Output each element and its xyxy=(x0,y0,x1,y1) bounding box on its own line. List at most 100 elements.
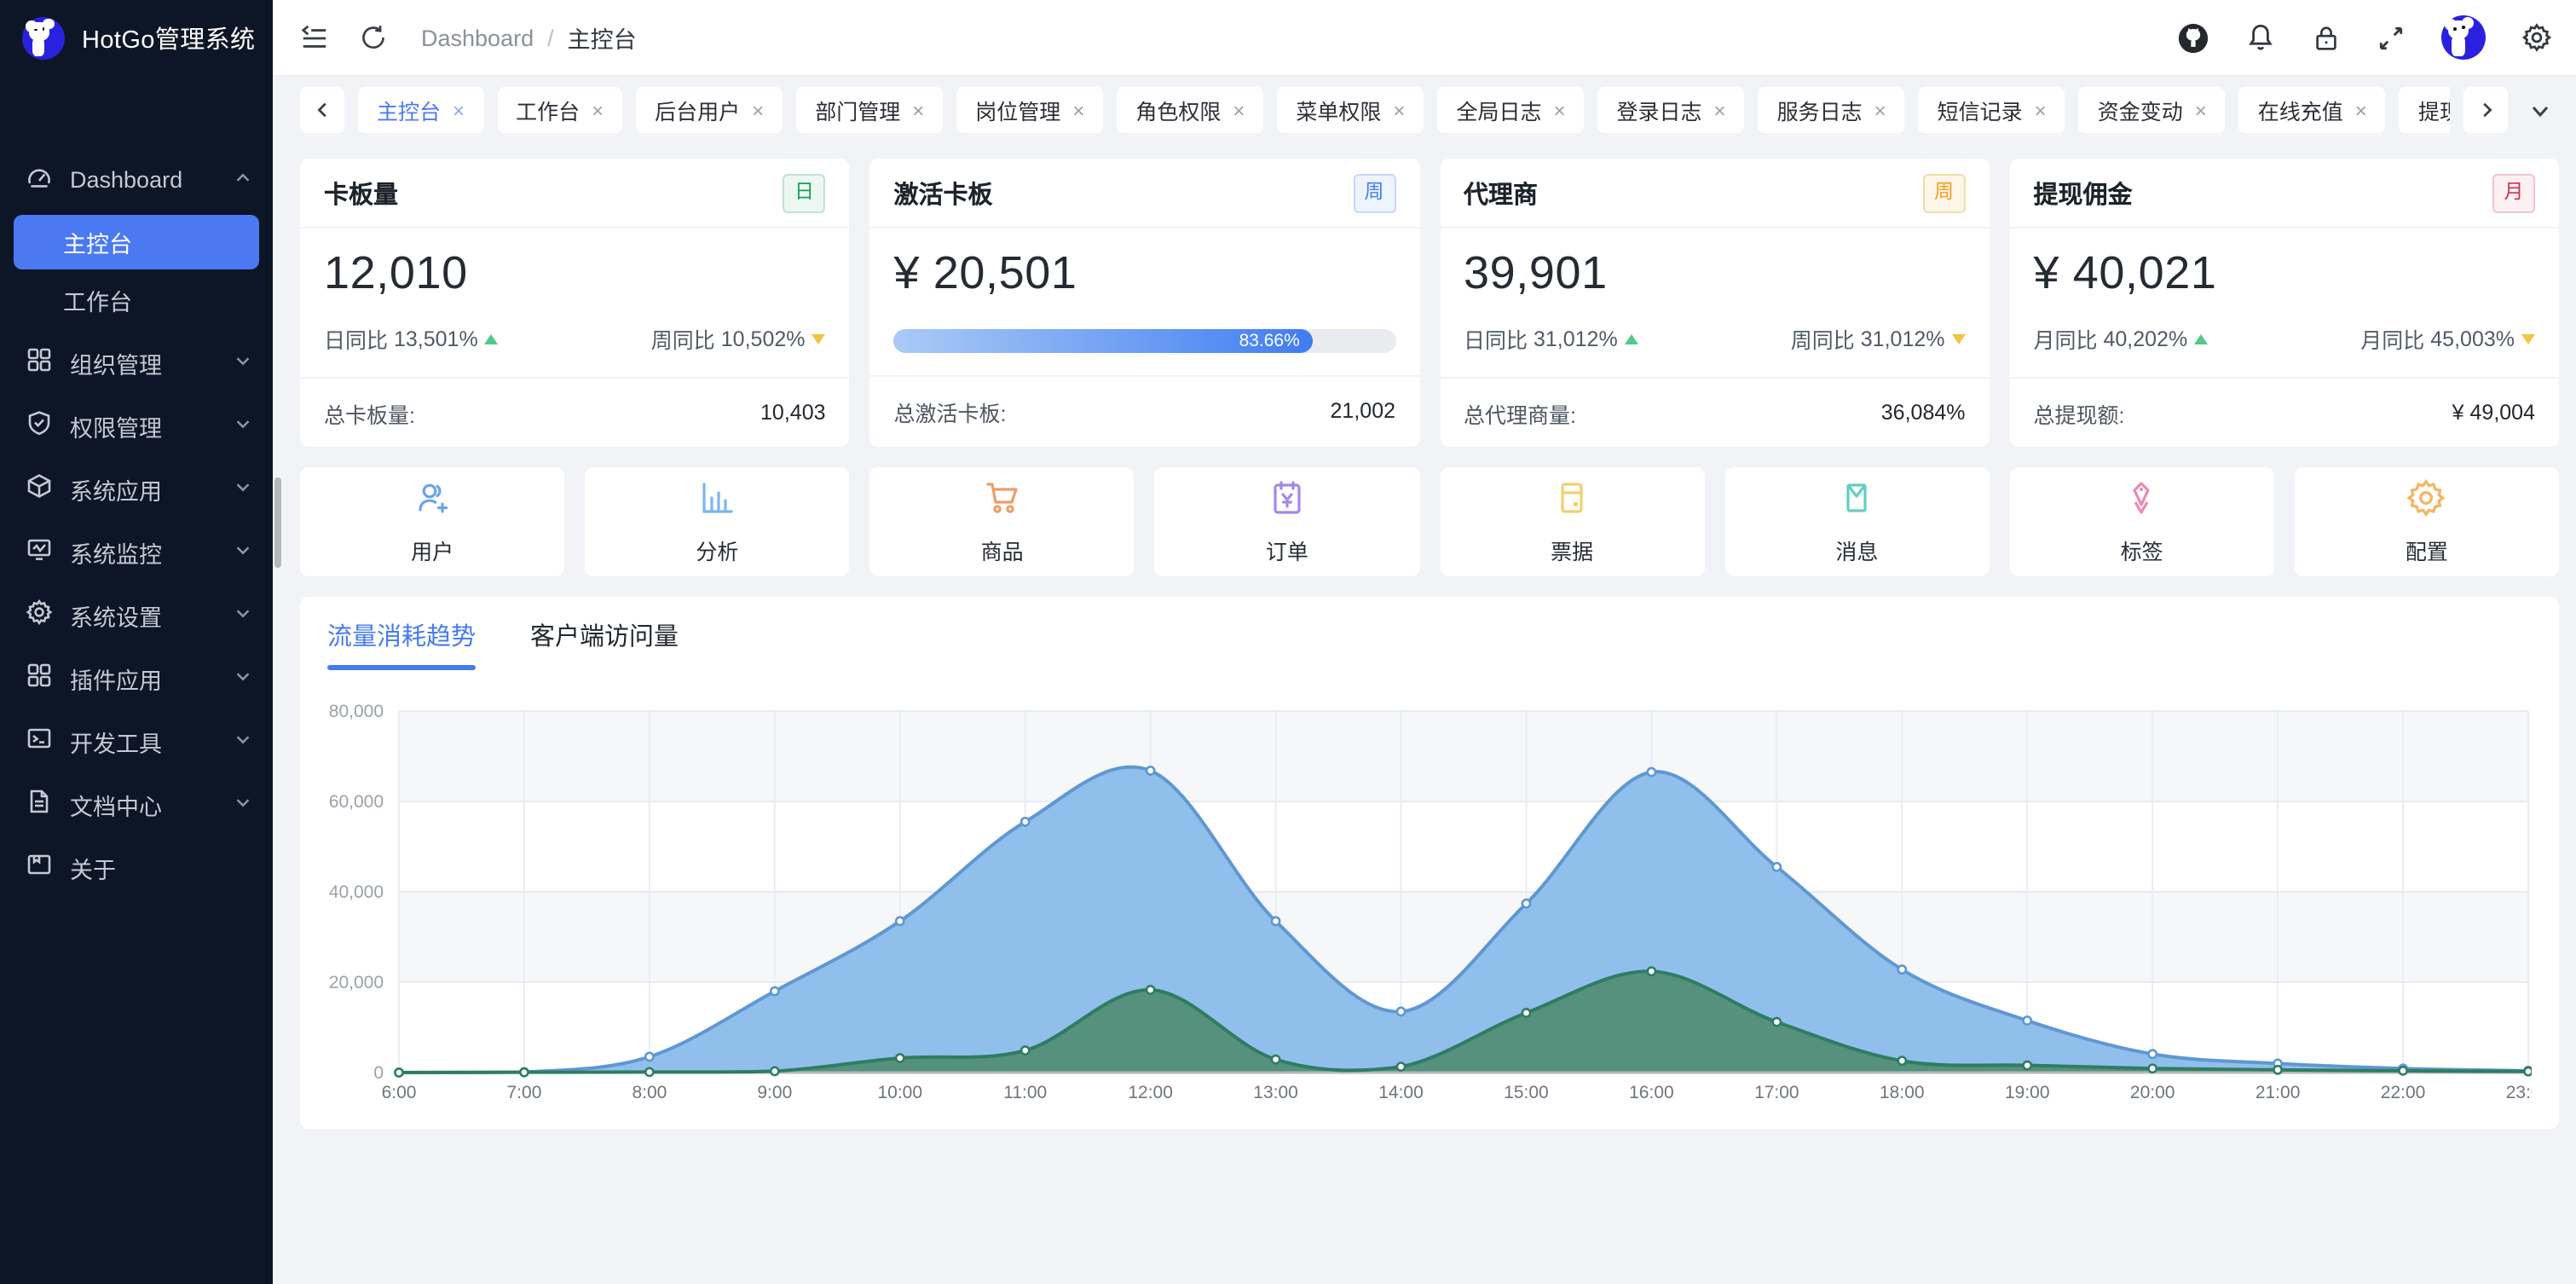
tab-withdrawal-mgmt[interactable]: 提现管理× xyxy=(2400,87,2450,133)
tab-workbench[interactable]: 工作台× xyxy=(497,87,622,133)
settings-gear-icon[interactable] xyxy=(2521,22,2552,53)
menu-collapse-icon[interactable] xyxy=(300,23,329,52)
chart-tab-client-visits[interactable]: 客户端访问量 xyxy=(530,617,679,670)
sidebar-item-organization[interactable]: 组织管理 xyxy=(0,331,273,394)
sidebar-item-permissions[interactable]: 权限管理 xyxy=(0,394,273,457)
tab-close-icon[interactable]: × xyxy=(1072,100,1084,120)
shield-check-icon xyxy=(26,409,53,442)
monitor-icon xyxy=(26,535,53,568)
stat-card-activated: 激活卡板 周 ¥ 20,501 83.66% 总激活卡板: 21,002 xyxy=(870,159,1420,447)
svg-text:80,000: 80,000 xyxy=(329,702,384,721)
sidebar-item-console[interactable]: 主控台 xyxy=(14,215,259,269)
svg-text:23:00: 23:00 xyxy=(2506,1083,2532,1102)
tab-service-log[interactable]: 服务日志× xyxy=(1759,87,1905,133)
breadcrumb-root[interactable]: Dashboard xyxy=(421,25,534,50)
sidebar-item-dev-tools[interactable]: 开发工具 xyxy=(0,709,273,772)
tab-close-icon[interactable]: × xyxy=(592,100,604,120)
tile-analysis[interactable]: 分析 xyxy=(585,467,849,576)
chevron-down-icon xyxy=(234,728,252,754)
tab-sms-records[interactable]: 短信记录× xyxy=(1919,87,2065,133)
tile-tags[interactable]: 标签 xyxy=(2010,467,2274,576)
tab-console[interactable]: 主控台× xyxy=(358,87,483,133)
sidebar-item-label: 开发工具 xyxy=(70,724,217,758)
svg-text:16:00: 16:00 xyxy=(1629,1083,1674,1102)
card-value: ¥ 20,501 xyxy=(894,247,1396,300)
tile-tickets[interactable]: 票据 xyxy=(1440,467,1704,576)
tab-close-icon[interactable]: × xyxy=(453,100,465,120)
tile-goods[interactable]: 商品 xyxy=(870,467,1135,576)
scrollbar-thumb[interactable] xyxy=(274,477,281,568)
svg-text:6:00: 6:00 xyxy=(382,1083,417,1102)
card-title: 提现佣金 xyxy=(2034,175,2133,211)
order-icon xyxy=(1267,477,1308,523)
tabs-scroll-left-button[interactable] xyxy=(300,87,344,133)
svg-text:60,000: 60,000 xyxy=(329,792,384,812)
tab-positions[interactable]: 岗位管理× xyxy=(956,87,1103,133)
sidebar-item-system-apps[interactable]: 系统应用 xyxy=(0,457,273,520)
tab-global-log[interactable]: 全局日志× xyxy=(1437,87,1584,133)
stat-card-agents: 代理商 周 39,901 日同比 31,012% 周同比 31,012% 总代理… xyxy=(1440,159,1990,447)
tab-departments[interactable]: 部门管理× xyxy=(796,87,943,133)
chevron-down-icon xyxy=(234,476,252,501)
tab-close-icon[interactable]: × xyxy=(1393,100,1405,120)
grid-icon xyxy=(26,346,53,379)
notification-bell-icon[interactable] xyxy=(2245,22,2276,53)
tab-menu-perms[interactable]: 菜单权限× xyxy=(1277,87,1424,133)
tile-orders[interactable]: 订单 xyxy=(1155,467,1419,576)
sidebar-item-about[interactable]: 关于 xyxy=(0,836,273,899)
tab-role-perms[interactable]: 角色权限× xyxy=(1117,87,1263,133)
tab-close-icon[interactable]: × xyxy=(2355,100,2367,120)
tab-close-icon[interactable]: × xyxy=(752,100,764,120)
tile-label: 用户 xyxy=(411,534,453,566)
sidebar-item-dashboard[interactable]: Dashboard xyxy=(0,148,273,211)
github-icon[interactable] xyxy=(2177,21,2209,54)
sidebar-item-plugins[interactable]: 插件应用 xyxy=(0,646,273,709)
sidebar-item-docs[interactable]: 文档中心 xyxy=(0,772,273,836)
tab-close-icon[interactable]: × xyxy=(912,100,924,120)
chart-tab-traffic[interactable]: 流量消耗趋势 xyxy=(327,617,476,670)
sidebar-item-system-monitor[interactable]: 系统监控 xyxy=(0,520,273,583)
fullscreen-icon[interactable] xyxy=(2377,23,2406,52)
trend-up-icon xyxy=(2194,333,2208,344)
tab-admin-users[interactable]: 后台用户× xyxy=(636,87,783,133)
tab-close-icon[interactable]: × xyxy=(1233,100,1245,120)
sidebar-item-label: 组织管理 xyxy=(70,345,217,379)
sidebar-item-system-settings[interactable]: 系统设置 xyxy=(0,583,273,646)
tab-close-icon[interactable]: × xyxy=(2195,100,2207,120)
cart-icon xyxy=(982,477,1023,523)
refresh-icon[interactable] xyxy=(360,24,387,51)
sidebar-item-label: Dashboard xyxy=(70,167,217,193)
trend-right: 周同比 10,502% xyxy=(651,322,826,355)
gear-icon xyxy=(26,599,53,631)
tab-online-recharge[interactable]: 在线充值× xyxy=(2239,87,2386,133)
chart-tabs: 流量消耗趋势 客户端访问量 xyxy=(327,617,2532,670)
footer-label: 总卡板量: xyxy=(324,396,415,429)
tile-label: 标签 xyxy=(2121,534,2163,566)
tab-fund-changes[interactable]: 资金变动× xyxy=(2079,87,2226,133)
trend-down-icon xyxy=(1952,333,1966,344)
lock-icon[interactable] xyxy=(2312,23,2341,52)
tab-close-icon[interactable]: × xyxy=(1874,100,1886,120)
tabs-dropdown-button[interactable] xyxy=(2521,87,2559,133)
tab-close-icon[interactable]: × xyxy=(1714,100,1726,120)
sidebar-item-workbench[interactable]: 工作台 xyxy=(0,273,273,327)
traffic-chart-card: 流量消耗趋势 客户端访问量 020,00040,00060,00080,0006… xyxy=(300,597,2559,1129)
trend-left: 月同比 40,202% xyxy=(2034,322,2209,355)
sidebar-item-label: 系统设置 xyxy=(70,598,217,632)
tile-label: 商品 xyxy=(981,534,1024,566)
tabs-scroll-right-button[interactable] xyxy=(2463,87,2508,133)
tab-close-icon[interactable]: × xyxy=(1553,100,1565,120)
activation-progress-fill: 83.66% xyxy=(894,329,1314,353)
tab-login-log[interactable]: 登录日志× xyxy=(1598,87,1745,133)
svg-text:9:00: 9:00 xyxy=(757,1083,792,1102)
logo-row[interactable]: HotGo管理系统 xyxy=(0,0,273,77)
tab-close-icon[interactable]: × xyxy=(2035,100,2047,120)
tile-config[interactable]: 配置 xyxy=(2295,467,2559,576)
trend-down-icon xyxy=(2521,333,2535,344)
tile-messages[interactable]: 消息 xyxy=(1724,467,1989,576)
tile-users[interactable]: 用户 xyxy=(300,467,564,576)
trend-left: 日同比 13,501% xyxy=(324,322,499,355)
period-badge: 周 xyxy=(1923,173,1966,212)
avatar[interactable] xyxy=(2441,15,2486,60)
sidebar-item-label: 主控台 xyxy=(63,225,132,259)
